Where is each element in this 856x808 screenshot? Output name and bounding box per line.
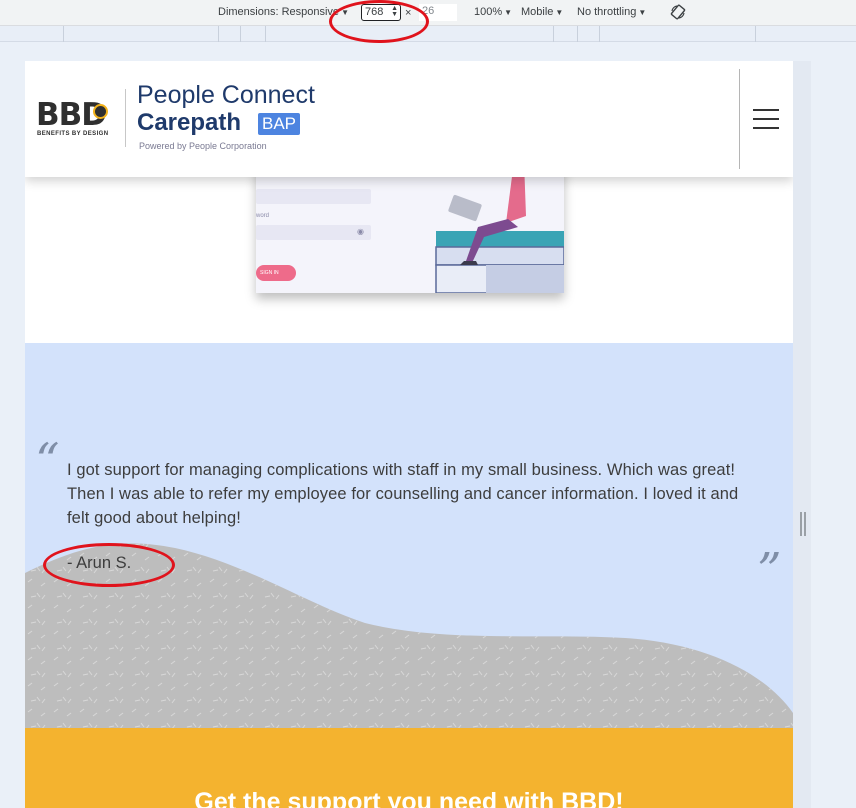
testimonial-text: I got support for managing complications… xyxy=(67,461,739,527)
logo-divider xyxy=(125,89,126,147)
bbd-ring-icon xyxy=(93,104,108,119)
app-illustration: word ◉ SIGN IN xyxy=(256,161,564,293)
bbd-tagline: BENEFITS BY DESIGN xyxy=(37,131,109,137)
illustration-password-label: word xyxy=(256,213,270,219)
powered-by: Powered by People Corporation xyxy=(139,141,267,151)
resize-handle[interactable] xyxy=(800,512,806,536)
bbd-logo[interactable]: BBD BENEFITS BY DESIGN xyxy=(36,97,116,141)
device-frame-scrollbar[interactable] xyxy=(793,61,811,808)
annotation-circle-author xyxy=(43,543,175,587)
site-header: BBD BENEFITS BY DESIGN People Connect Ca… xyxy=(25,61,793,177)
zoom-label: 100% xyxy=(474,6,503,18)
zoom-dropdown[interactable]: 100% ▼ xyxy=(474,6,512,18)
testimonial-section: “ I got support for managing complicatio… xyxy=(25,343,793,728)
throttling-label: No throttling xyxy=(577,6,637,18)
device-dropdown[interactable]: Mobile ▼ xyxy=(521,6,563,18)
eye-icon: ◉ xyxy=(357,227,364,236)
brand-badge: BAP xyxy=(258,113,301,135)
chevron-down-icon: ▼ xyxy=(504,8,513,17)
woman-on-books-icon xyxy=(435,161,564,293)
close-quote-icon: ” xyxy=(757,543,782,599)
chevron-down-icon: ▼ xyxy=(638,8,647,17)
illustration-signin-button: SIGN IN xyxy=(256,265,296,281)
device-label: Mobile xyxy=(521,6,554,18)
cta-title: Get the support you need with BBD! xyxy=(194,788,624,808)
chevron-down-icon: ▼ xyxy=(555,8,564,17)
brand-line-1: People Connect xyxy=(137,81,315,109)
throttling-dropdown[interactable]: No throttling ▼ xyxy=(577,6,646,18)
illustration-field xyxy=(256,189,371,204)
page-viewport: BBD BENEFITS BY DESIGN People Connect Ca… xyxy=(25,61,793,808)
media-query-ruler xyxy=(0,26,856,42)
brand-line-2: Carepath xyxy=(137,109,242,136)
hamburger-menu-icon[interactable] xyxy=(753,109,779,129)
header-divider xyxy=(739,69,740,169)
annotation-circle-width xyxy=(329,0,429,43)
decorative-wave xyxy=(25,543,793,728)
cta-section: Get the support you need with BBD! xyxy=(25,728,793,808)
dimensions-label: Dimensions: Responsive xyxy=(218,6,340,18)
illustration-field xyxy=(256,225,371,240)
open-quote-icon: “ xyxy=(35,433,60,489)
rotate-icon[interactable] xyxy=(669,3,687,24)
